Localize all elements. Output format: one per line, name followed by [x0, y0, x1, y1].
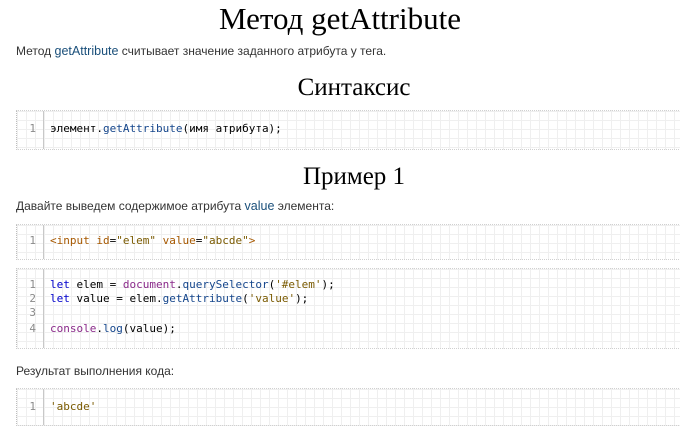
code-token: value = elem. [69, 292, 163, 305]
code-token: getAttribute [102, 122, 183, 135]
example1-description: Давайте выведем содержимое атрибута valu… [16, 199, 334, 213]
intro-text-after: считывает значение заданного атрибута у … [118, 44, 387, 58]
html-open-tag: <input [50, 234, 90, 247]
string-token: 'value' [248, 292, 296, 305]
intro-inline-code: getAttribute [54, 44, 119, 58]
code-token: элемент. [50, 122, 103, 135]
line-number: 2 [29, 292, 36, 305]
code-line: 1 элемент.getAttribute(имя атрибута); [17, 122, 282, 136]
code-line: 3 [17, 306, 50, 320]
code-line: 1 let elem = document.querySelector('#ele… [17, 278, 335, 292]
string-token: '#elem' [275, 278, 322, 291]
code-token: . [96, 322, 103, 335]
line-number: 1 [29, 400, 36, 413]
example1-heading: Пример 1 [302, 163, 406, 190]
code-token: ( [242, 292, 249, 305]
string-token: 'abcde' [50, 400, 97, 413]
description-inline-code: value [244, 199, 275, 213]
method-token: querySelector [182, 278, 269, 291]
description-text-after: элемента: [274, 199, 335, 213]
html-code-block: 1 <input id="elem" value="abcde"> [16, 224, 680, 260]
code-token: (value); [122, 322, 176, 335]
html-close-tag: > [248, 234, 256, 247]
code-line: 1 'abcde' [17, 400, 96, 414]
js-code-block: 1 let elem = document. querySelector( '#ele… [16, 268, 680, 349]
syntax-code-block: 1 элемент.getAttribute(имя атрибута); [16, 110, 680, 150]
line-number: 1 [29, 122, 36, 135]
object-token: console [50, 322, 97, 335]
result-code-block: 1 'abcde' [16, 388, 680, 426]
code-line: 1 <input id="elem" value="abcde"> [17, 234, 255, 248]
code-line: 2 let value = elem.getAttribute('value'); [17, 292, 308, 306]
keyword-token: let [50, 292, 70, 305]
page-title: Метод getAttribute [219, 1, 461, 36]
result-label: Результат выполнения кода: [16, 364, 175, 378]
code-token: (имя атрибута); [182, 122, 282, 135]
object-token: document [122, 278, 176, 291]
html-attr-value: "abcde" [202, 234, 249, 247]
html-attr-name: id [96, 234, 110, 247]
code-token: ); [321, 278, 335, 291]
method-token: getAttribute [162, 292, 243, 305]
intro-paragraph: Метод getAttribute считывает значение за… [16, 44, 386, 58]
code-token: ); [295, 292, 309, 305]
line-number: 4 [29, 322, 36, 335]
intro-text-before: Метод [16, 44, 55, 58]
line-number: 3 [29, 306, 36, 319]
html-attr-value: "elem" [116, 234, 156, 247]
line-number: 1 [29, 234, 36, 247]
description-text-before: Давайте выведем содержимое атрибута [16, 199, 245, 213]
code-line: 4 console.log(value); [17, 322, 176, 336]
code-token: elem = [69, 278, 123, 291]
keyword-token: let [50, 278, 70, 291]
syntax-heading: Синтаксис [297, 74, 411, 101]
method-token: log [102, 322, 123, 335]
line-number: 1 [29, 278, 36, 291]
html-attr-name: value [162, 234, 196, 247]
